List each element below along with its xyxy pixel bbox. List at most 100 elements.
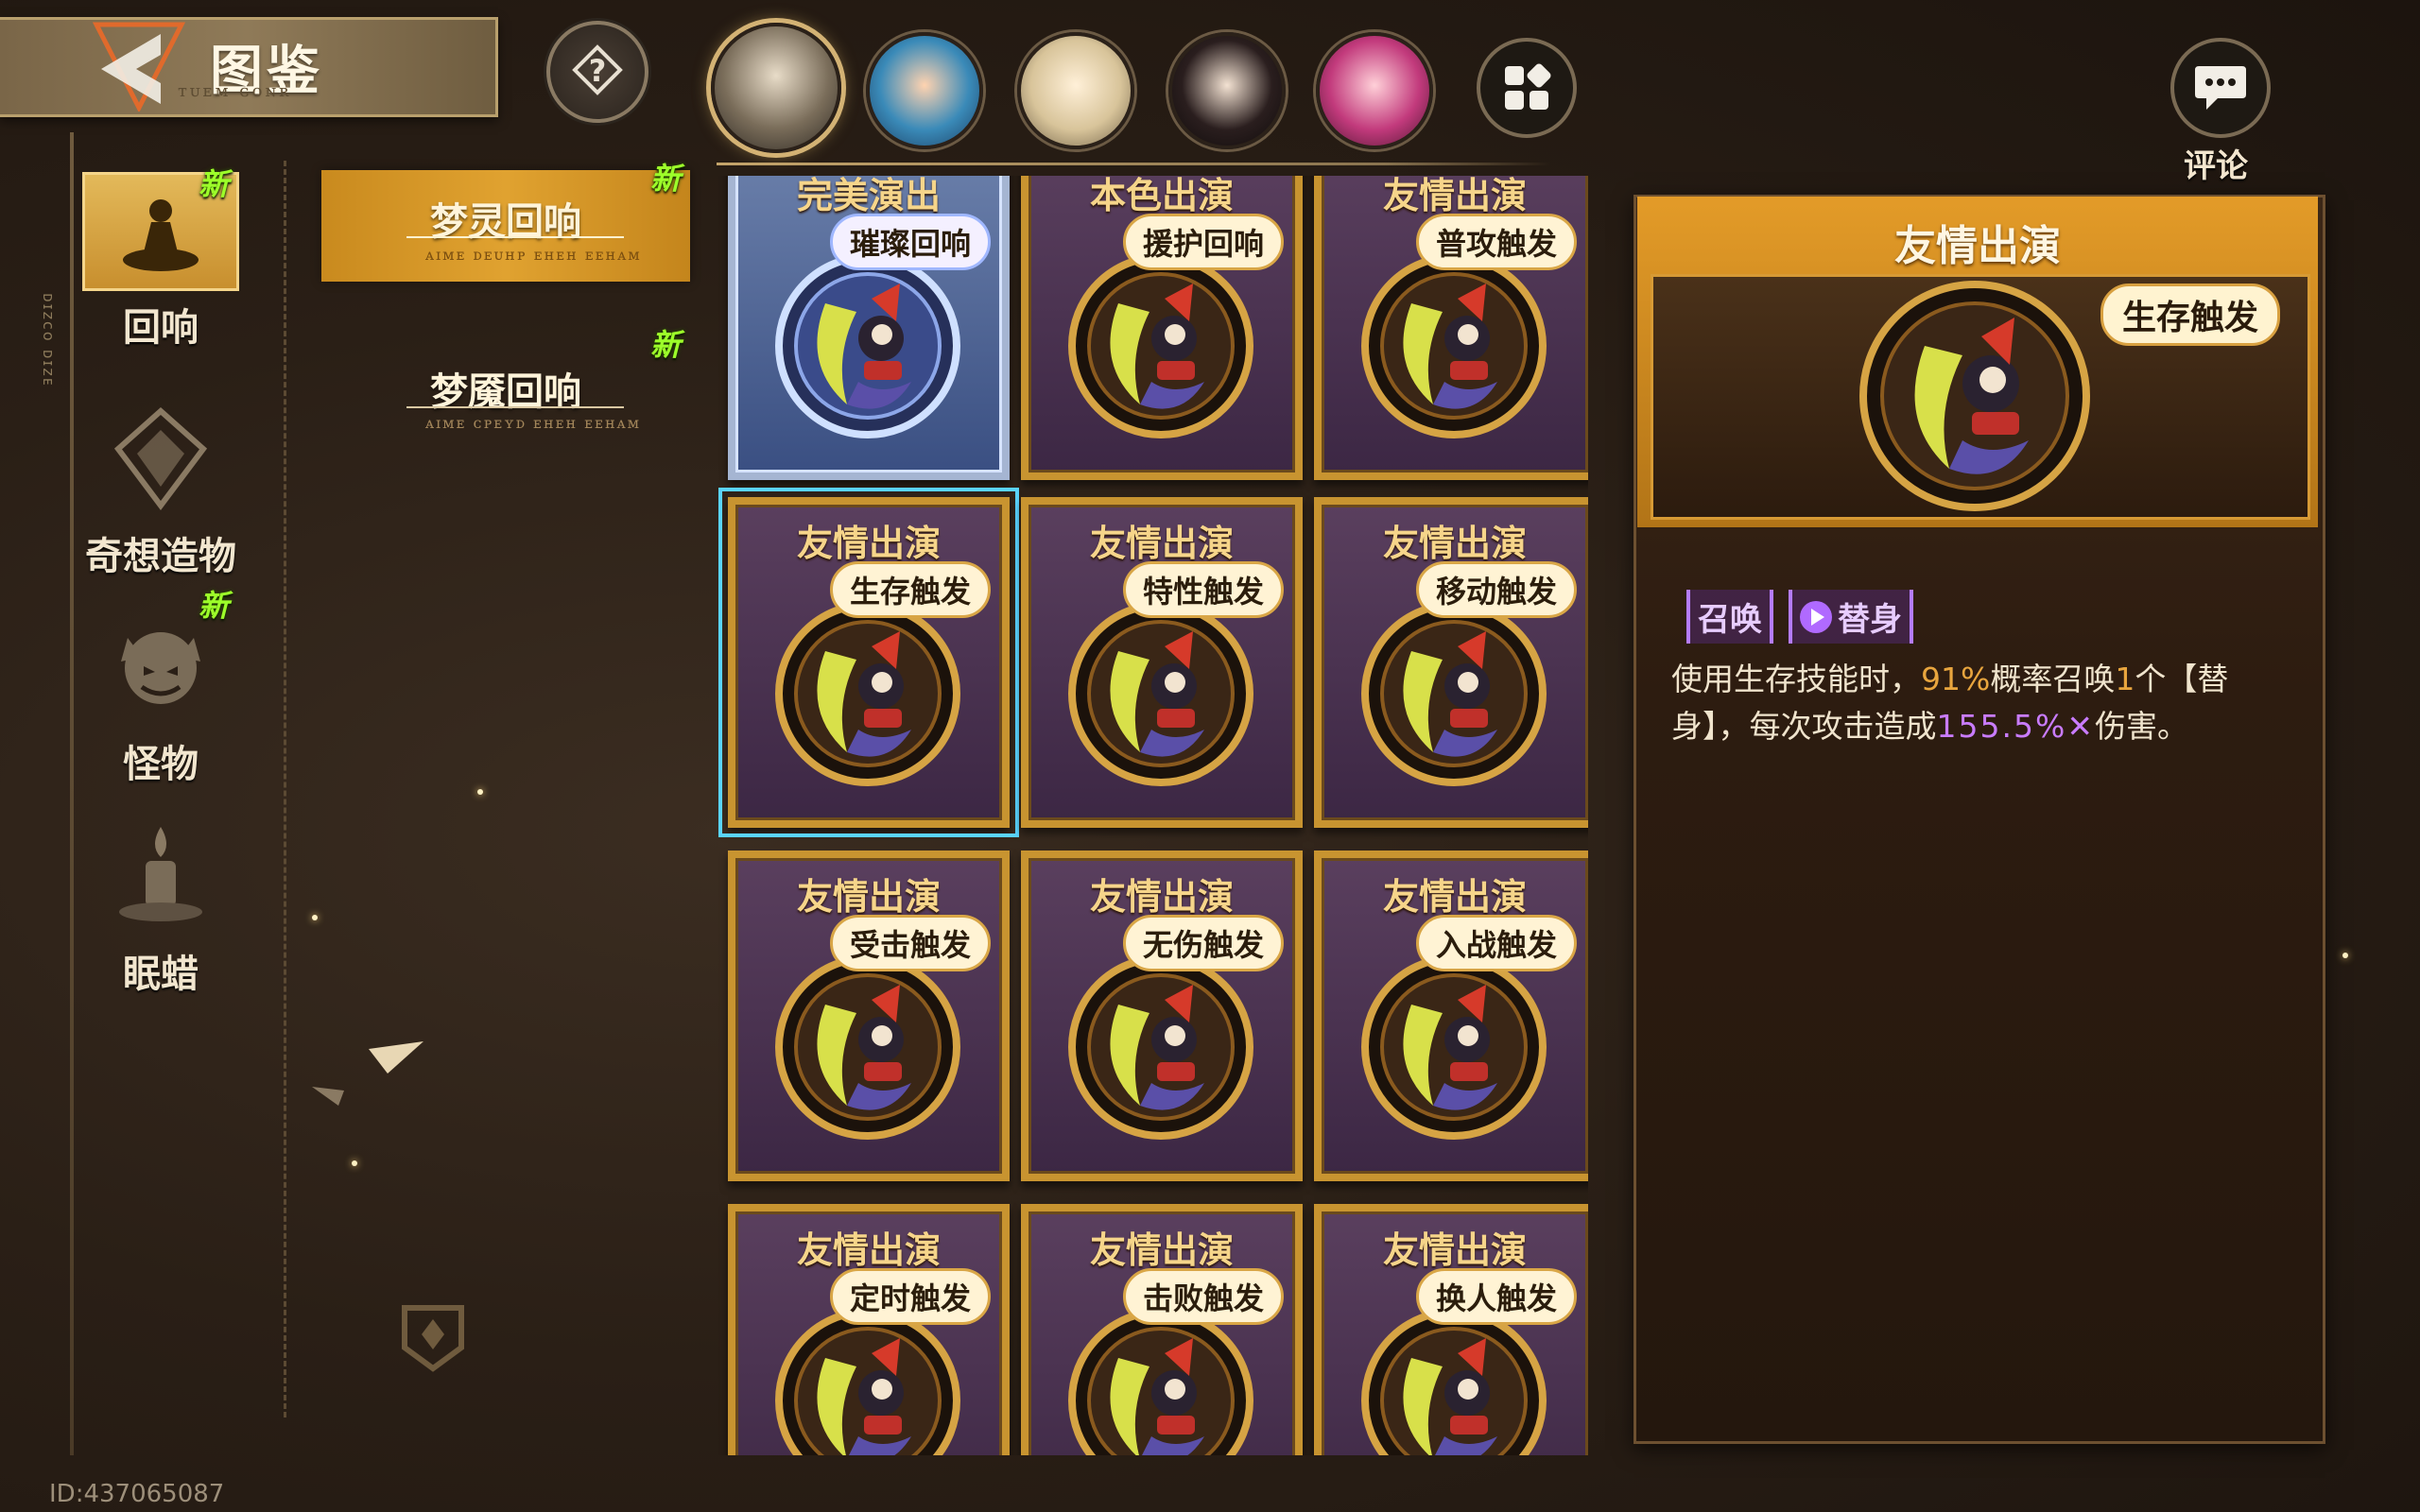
echo-medal-icon — [1361, 601, 1547, 786]
card-title: 友情出演 — [796, 523, 941, 564]
detail-title: 友情出演 — [1894, 222, 2061, 270]
echo-medal-icon — [1361, 954, 1547, 1140]
category-label: 眠蜡 — [123, 953, 199, 996]
echo-medal-icon — [775, 954, 960, 1140]
card-title: 友情出演 — [1089, 876, 1234, 918]
card-title: 友情出演 — [1089, 1229, 1234, 1271]
svg-text:?: ? — [589, 53, 607, 89]
echo-card[interactable]: 友情出演 移动触发 — [1314, 497, 1588, 828]
user-id: ID:437065087 — [49, 1480, 225, 1508]
echo-medal-icon — [775, 253, 960, 438]
echo-medal-icon — [1361, 253, 1547, 438]
new-badge: 新 — [199, 588, 230, 624]
character-avatar-5[interactable] — [1316, 32, 1433, 149]
card-trigger-tag: 援护回响 — [1122, 214, 1284, 270]
echo-medal-icon — [1068, 1308, 1253, 1455]
new-badge: 新 — [650, 327, 682, 363]
keyword-substitute[interactable]: 替身 — [1789, 590, 1913, 644]
keyword-tags: 召唤 替身 — [1686, 590, 1913, 644]
category-monster[interactable]: 怪物 新 — [76, 588, 246, 788]
emblem-decoration — [402, 1305, 464, 1372]
back-arrow-icon[interactable] — [87, 17, 191, 112]
grid-icon — [1505, 63, 1551, 110]
subtab-underline — [406, 406, 624, 408]
echo-card[interactable]: 友情出演 无伤触发 — [1021, 850, 1303, 1181]
character-avatar-1[interactable] — [711, 23, 841, 153]
detail-description: 使用生存技能时，91%概率召唤1个【替身】，每次攻击造成155.5%✕伤害。 — [1671, 656, 2305, 750]
artifact-icon — [80, 397, 241, 520]
subtab-divider — [284, 161, 286, 1418]
echo-medal-icon — [775, 1308, 960, 1455]
card-title: 本色出演 — [1089, 176, 1234, 216]
echo-medal-icon — [1068, 601, 1253, 786]
echo-card[interactable]: 本色出演 援护回响 — [1021, 176, 1303, 480]
desc-damage: 155.5% — [1936, 708, 2067, 745]
sparkle-decoration — [477, 789, 483, 795]
new-badge: 新 — [199, 166, 230, 202]
character-avatar-4[interactable] — [1168, 32, 1286, 149]
card-trigger-tag: 璀璨回响 — [829, 214, 991, 270]
card-title: 友情出演 — [796, 876, 941, 918]
sparkle-decoration — [2342, 953, 2348, 958]
avatar-bar-underline — [717, 163, 1550, 165]
echo-card[interactable]: 友情出演 生存触发 — [718, 488, 1019, 837]
category-label: 奇想造物 — [85, 535, 236, 578]
chat-bubble-icon — [2195, 66, 2246, 110]
grid-view-button[interactable] — [1477, 38, 1577, 138]
echo-card-grid[interactable]: 完美演出 璀璨回响 本色出演 援护回响 友情出演 普攻触发 友情出演 生存触发 友情出演 特性触发… — [718, 176, 1588, 1455]
candle-icon — [80, 815, 241, 937]
card-trigger-tag: 生存触发 — [829, 561, 991, 618]
card-trigger-tag: 移动触发 — [1415, 561, 1577, 618]
card-trigger-tag: 受击触发 — [829, 915, 991, 971]
echo-medal-icon — [1068, 954, 1253, 1140]
card-title: 友情出演 — [1382, 523, 1527, 564]
card-title: 完美演出 — [796, 176, 941, 216]
keyword-label: 替身 — [1838, 601, 1902, 639]
subtab-sub-label: ᴀɪᴍᴇ ᴄᴘᴇʏᴅ ᴇʜᴇʜ ᴇᴇʜᴀᴍ — [425, 414, 642, 432]
keyword-summon[interactable]: 召唤 — [1686, 590, 1773, 644]
subtab-dream-echo[interactable]: 梦灵回响 ᴀɪᴍᴇ ᴅᴇᴜʜᴘ ᴇʜᴇʜ ᴇᴇʜᴀᴍ 新 — [321, 161, 690, 282]
character-avatar-3[interactable] — [1017, 32, 1134, 149]
character-avatar-2[interactable] — [866, 32, 983, 149]
card-trigger-tag: 无伤触发 — [1122, 915, 1284, 971]
card-trigger-tag: 击败触发 — [1122, 1268, 1284, 1325]
crossed-swords-icon: ✕ — [2066, 708, 2095, 745]
echo-card[interactable]: 友情出演 击败触发 — [1021, 1204, 1303, 1455]
new-badge: 新 — [650, 161, 682, 197]
echo-card[interactable]: 友情出演 特性触发 — [1021, 497, 1303, 828]
shard-decoration — [312, 1041, 424, 1106]
card-title: 友情出演 — [1382, 176, 1527, 216]
category-artifact[interactable]: 奇想造物 — [76, 397, 246, 580]
play-icon — [1800, 600, 1832, 633]
echo-card[interactable]: 友情出演 入战触发 — [1314, 850, 1588, 1181]
echo-card[interactable]: 友情出演 普攻触发 — [1314, 176, 1588, 480]
subtab-underline — [406, 236, 624, 238]
comment-button[interactable] — [2170, 38, 2271, 138]
page-title-sub: ᴛᴜᴇᴍ ɢᴏɴʀ — [178, 81, 292, 101]
card-title: 友情出演 — [1382, 1229, 1527, 1271]
echo-card[interactable]: 友情出演 换人触发 — [1314, 1204, 1588, 1455]
desc-chance: 91% — [1921, 661, 1991, 697]
card-title: 友情出演 — [796, 1229, 941, 1271]
echo-medal-icon — [1361, 1308, 1547, 1455]
sparkle-decoration — [352, 1160, 357, 1166]
help-button[interactable]: ? — [546, 21, 648, 123]
echo-card[interactable]: 友情出演 定时触发 — [728, 1204, 1010, 1455]
subtab-nightmare-echo[interactable]: 梦魇回响 ᴀɪᴍᴇ ᴄᴘᴇʏᴅ ᴇʜᴇʜ ᴇᴇʜᴀᴍ 新 — [321, 327, 690, 452]
category-label: 怪物 — [123, 743, 199, 786]
desc-text: 使用生存技能时， — [1671, 661, 1921, 697]
rail-divider — [70, 132, 74, 1455]
category-echo[interactable]: 回响 新 — [76, 166, 246, 352]
echo-card[interactable]: 完美演出 璀璨回响 — [728, 176, 1010, 480]
comment-label: 评论 — [2184, 147, 2248, 185]
desc-count: 1 — [2115, 661, 2135, 697]
keyword-label: 召唤 — [1698, 601, 1762, 639]
category-candle[interactable]: 眠蜡 — [76, 815, 246, 998]
desc-text: 伤害。 — [2095, 708, 2188, 745]
card-trigger-tag: 特性触发 — [1122, 561, 1284, 618]
echo-medal-icon — [1068, 253, 1253, 438]
subtab-sub-label: ᴀɪᴍᴇ ᴅᴇᴜʜᴘ ᴇʜᴇʜ ᴇᴇʜᴀᴍ — [425, 246, 642, 264]
echo-card[interactable]: 友情出演 受击触发 — [728, 850, 1010, 1181]
help-icon: ? — [572, 44, 623, 95]
echo-medal-icon — [775, 601, 960, 786]
